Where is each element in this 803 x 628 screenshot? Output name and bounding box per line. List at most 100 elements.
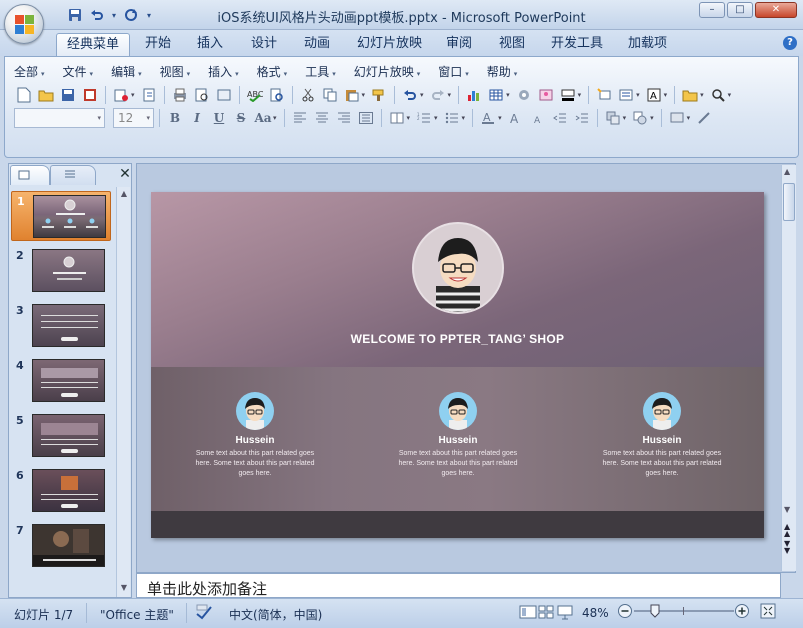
menu-edit[interactable]: 编辑 ▾ (111, 64, 142, 80)
editor-scroll-up-icon[interactable]: ▲ (784, 167, 790, 176)
arrange-icon[interactable] (603, 108, 623, 128)
arrange-dropdown-icon[interactable]: ▾ (623, 114, 627, 122)
justify-icon[interactable] (356, 108, 376, 128)
layout-dropdown-icon[interactable]: ▾ (636, 91, 640, 99)
slide-thumbnail-1[interactable]: 1 (11, 191, 111, 241)
editor-scroll-down-icon[interactable]: ▼ (784, 505, 790, 514)
tab-addins[interactable]: 加载项 (618, 33, 677, 56)
grow-font-icon[interactable]: A (506, 108, 526, 128)
textbox-dropdown-icon[interactable]: ▾ (664, 91, 668, 99)
change-case-button[interactable]: Aa (253, 108, 273, 128)
bullets-icon[interactable] (442, 108, 462, 128)
folder-icon[interactable] (680, 85, 700, 105)
slide-thumbnail-3[interactable]: 3 (11, 301, 111, 351)
shapes-dropdown-icon[interactable]: ▾ (650, 114, 654, 122)
chart-icon[interactable] (464, 85, 484, 105)
fit-to-window-icon[interactable] (760, 603, 776, 622)
font-color-dropdown-icon[interactable]: ▾ (498, 114, 502, 122)
redo-list-icon[interactable]: ▾ (448, 91, 452, 99)
picture-icon[interactable] (536, 85, 556, 105)
columns-icon[interactable] (387, 108, 407, 128)
menu-file[interactable]: 文件 ▾ (63, 64, 94, 80)
clipart-icon[interactable] (514, 85, 534, 105)
help-icon[interactable]: ? (783, 36, 797, 50)
editor-scrollbar[interactable]: ▲ ▼ ▲ ▲ ▼ ▼ (781, 165, 796, 571)
format-painter-icon[interactable] (369, 85, 389, 105)
tab-review[interactable]: 审阅 (436, 33, 482, 56)
columns-dropdown-icon[interactable]: ▾ (407, 114, 411, 122)
tab-outline[interactable] (50, 165, 96, 185)
notes-pane[interactable]: 单击此处添加备注 (136, 573, 781, 598)
previous-slide-icon[interactable]: ▲ ▲ (784, 523, 790, 538)
next-slide-icon[interactable]: ▼ ▼ (784, 540, 790, 555)
zoom-level[interactable]: 48% (582, 606, 609, 620)
tab-home[interactable]: 开始 (135, 33, 181, 56)
minimize-button[interactable]: – (699, 2, 725, 18)
font-name-field[interactable]: ▾ (14, 108, 105, 128)
numbering-dropdown-icon[interactable]: ▾ (434, 114, 438, 122)
tab-insert[interactable]: 插入 (187, 33, 233, 56)
tab-view[interactable]: 视图 (489, 33, 535, 56)
align-right-icon[interactable] (334, 108, 354, 128)
bullets-dropdown-icon[interactable]: ▾ (462, 114, 466, 122)
font-size-field[interactable]: 12 ▾ (113, 108, 154, 128)
menu-window[interactable]: 窗口 ▾ (438, 64, 469, 80)
new-icon[interactable] (14, 85, 34, 105)
tab-classic-menu[interactable]: 经典菜单 (56, 33, 131, 56)
attach-icon[interactable] (139, 85, 159, 105)
open-icon[interactable] (36, 85, 56, 105)
redo-toolbar-icon[interactable] (428, 85, 448, 105)
menu-format[interactable]: 格式 ▾ (257, 64, 288, 80)
menu-view[interactable]: 视图 ▾ (160, 64, 191, 80)
spelling-icon[interactable]: ABC (245, 85, 265, 105)
shape-fill-icon[interactable] (667, 108, 687, 128)
office-button[interactable] (4, 4, 44, 44)
strikethrough-button[interactable]: S (231, 108, 251, 128)
tab-slideshow[interactable]: 幻灯片放映 (347, 33, 432, 56)
menu-tools[interactable]: 工具 ▾ (305, 64, 336, 80)
print-icon[interactable] (170, 85, 190, 105)
shrink-font-icon[interactable]: A (528, 108, 548, 128)
publish-icon[interactable] (111, 85, 131, 105)
font-color-icon[interactable]: A (478, 108, 498, 128)
slide-thumbnail-7[interactable]: 7 (11, 521, 111, 571)
menu-all[interactable]: 全部 ▾ (14, 64, 45, 80)
italic-button[interactable]: I (187, 108, 207, 128)
undo-toolbar-icon[interactable] (400, 85, 420, 105)
zoom-track[interactable] (634, 610, 734, 612)
pane-close-icon[interactable]: ✕ (118, 167, 132, 181)
paste-icon[interactable] (342, 85, 362, 105)
tab-animation[interactable]: 动画 (294, 33, 340, 56)
textbox-icon[interactable]: A (644, 85, 664, 105)
table-dropdown-icon[interactable]: ▾ (506, 91, 510, 99)
align-center-icon[interactable] (312, 108, 332, 128)
shape-outline-icon[interactable] (694, 108, 714, 128)
save-file-icon[interactable] (58, 85, 78, 105)
decrease-indent-icon[interactable] (550, 108, 570, 128)
cut-icon[interactable] (298, 85, 318, 105)
undo-list-icon[interactable]: ▾ (420, 91, 424, 99)
increase-indent-icon[interactable] (572, 108, 592, 128)
shapes-icon[interactable] (630, 108, 650, 128)
bold-button[interactable]: B (165, 108, 185, 128)
menu-insert[interactable]: 插入 ▾ (208, 64, 239, 80)
slideshow-view-icon[interactable] (557, 604, 573, 623)
zoom-out-icon[interactable] (617, 603, 633, 622)
folder-dropdown-icon[interactable]: ▾ (700, 91, 704, 99)
editor-scroll-thumb[interactable] (783, 183, 795, 221)
publish-dropdown-icon[interactable]: ▾ (131, 91, 135, 99)
permission-icon[interactable] (80, 85, 100, 105)
normal-view-icon[interactable] (519, 604, 537, 623)
slides-pane-scrollbar[interactable]: ▲ ▼ (116, 187, 130, 597)
slide-thumbnail-6[interactable]: 6 (11, 466, 111, 516)
language-indicator[interactable]: 中文(简体，中国) (229, 606, 322, 623)
shape-fill-dropdown-icon[interactable]: ▾ (687, 114, 691, 122)
table-icon[interactable] (486, 85, 506, 105)
spell-check-icon[interactable] (195, 604, 213, 623)
print-preview-icon[interactable] (192, 85, 212, 105)
close-button[interactable]: ✕ (755, 2, 797, 18)
fill-color-icon[interactable] (558, 85, 578, 105)
zoom-in-icon[interactable] (734, 603, 750, 622)
scroll-down-icon[interactable]: ▼ (118, 583, 130, 595)
zoom-slider-thumb[interactable] (650, 604, 660, 621)
